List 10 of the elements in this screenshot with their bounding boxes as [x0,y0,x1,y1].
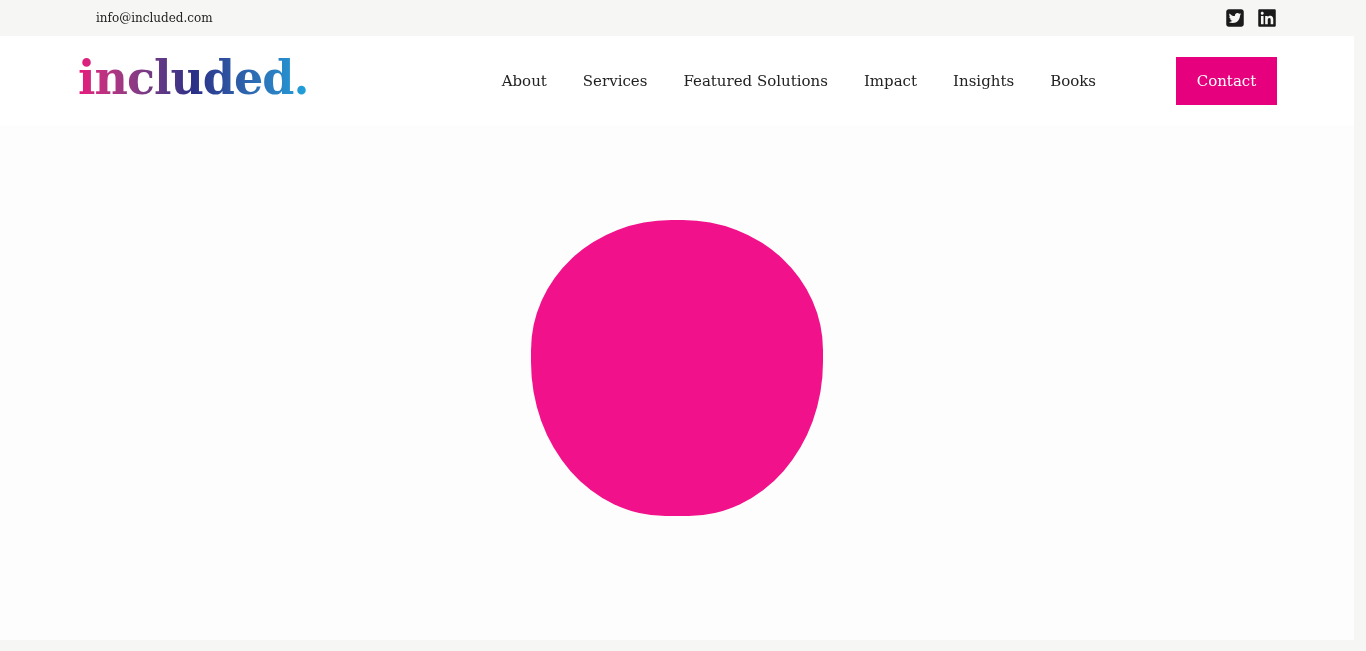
nav-link[interactable]: Impact [863,69,918,93]
in-logo-icon[interactable] [1257,8,1277,28]
email-link[interactable]: info@included.com [96,9,213,27]
nav-link[interactable]: Featured Solutions [683,69,828,93]
nav-link[interactable]: Books [1050,69,1096,93]
bird-icon[interactable] [1225,8,1245,28]
nav-link[interactable]: Services [582,69,648,93]
nav-link[interactable]: About [501,69,547,93]
nav-link[interactable]: Insights [953,69,1015,93]
contact-button[interactable]: Contact [1176,57,1277,105]
